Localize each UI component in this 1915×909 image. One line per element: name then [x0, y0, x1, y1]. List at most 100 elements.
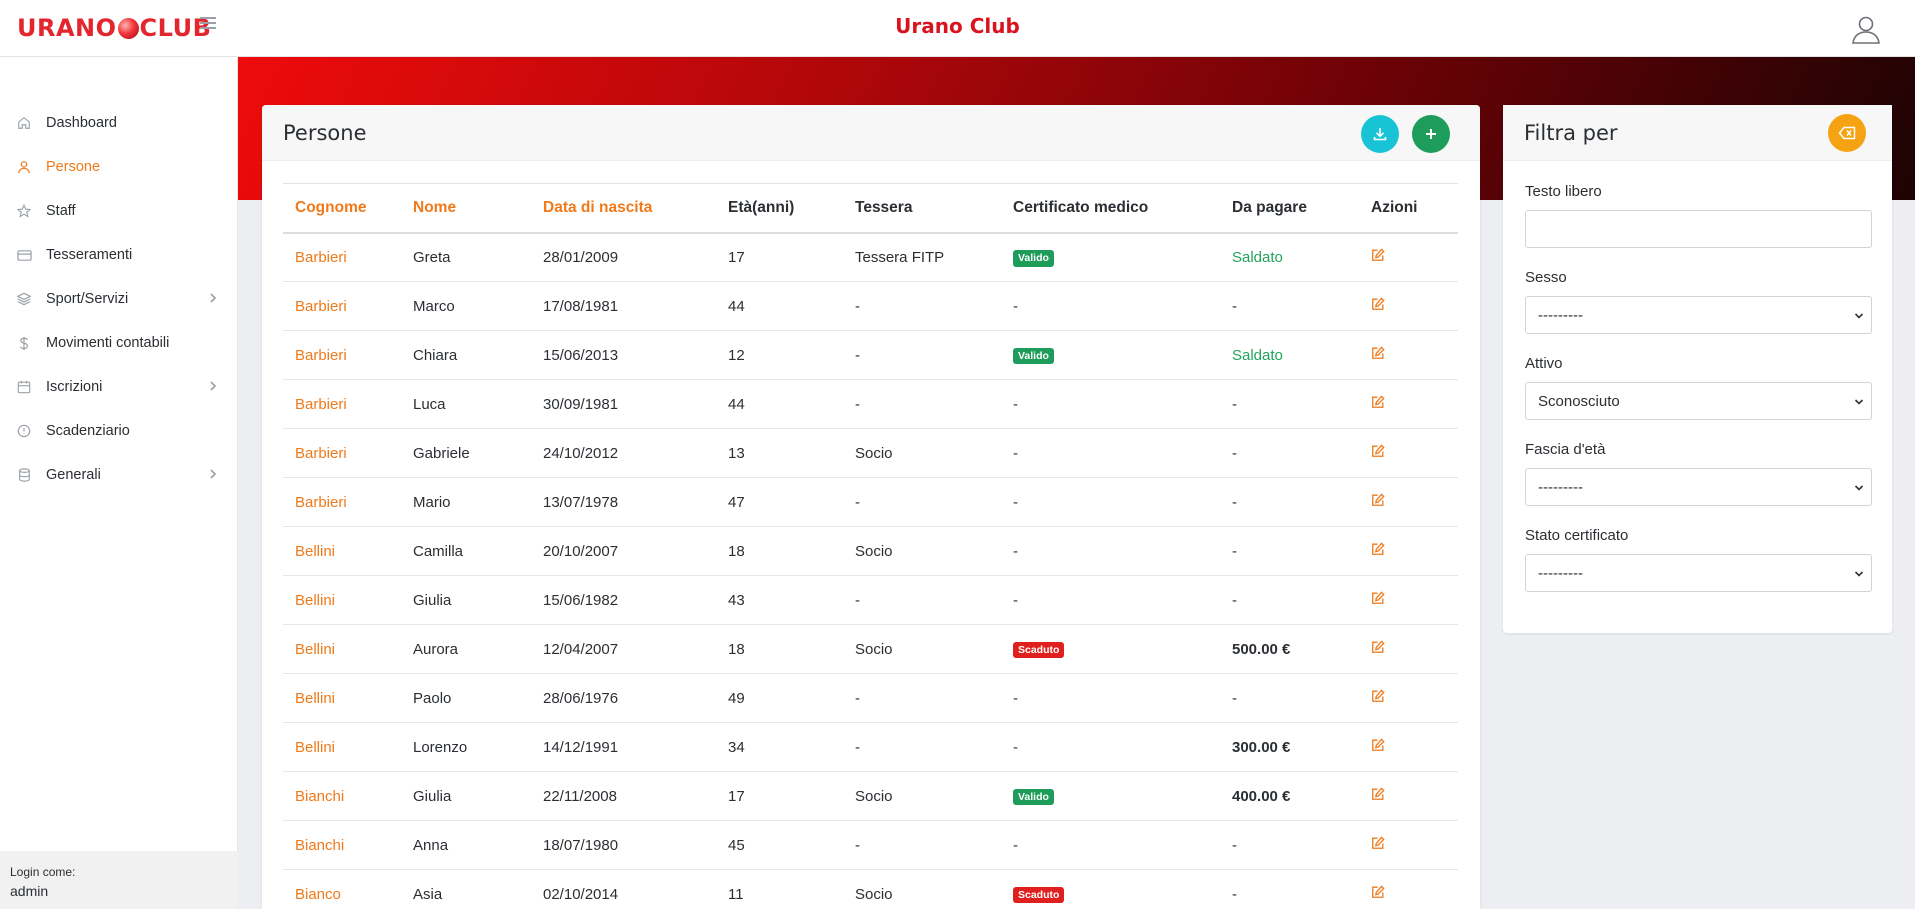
cell-azioni — [1359, 527, 1458, 576]
edit-icon[interactable] — [1371, 885, 1385, 899]
sidebar-item-scadenziario[interactable]: Scadenziario — [0, 409, 237, 453]
cell-cognome[interactable]: Barbieri — [283, 233, 401, 282]
edit-icon[interactable] — [1371, 395, 1385, 409]
cell-azioni — [1359, 674, 1458, 723]
edit-icon[interactable] — [1371, 689, 1385, 703]
cell-eta: 47 — [728, 493, 745, 511]
card-icon — [16, 247, 32, 263]
cell-cognome[interactable]: Bianco — [283, 870, 401, 909]
cell-certificato: - — [1001, 282, 1220, 331]
sidebar-item-label: Staff — [46, 203, 76, 219]
plus-icon — [1426, 129, 1436, 139]
cell-azioni — [1359, 723, 1458, 772]
col-data-nascita[interactable]: Data di nascita — [531, 184, 716, 233]
edit-icon[interactable] — [1371, 542, 1385, 556]
cell-eta: 45 — [728, 836, 745, 854]
table-row: Bianco Asia 02/10/2014 11 Socio Scaduto - — [283, 870, 1458, 909]
cell-cognome[interactable]: Bellini — [283, 674, 401, 723]
cell-azioni — [1359, 576, 1458, 625]
cell-certificato: - — [1001, 576, 1220, 625]
sidebar: Dashboard Persone Staff Tesseramenti Sport/S… — [0, 57, 238, 909]
cell-tessera: Tessera FITP — [855, 248, 945, 266]
cell-cognome[interactable]: Bellini — [283, 527, 401, 576]
certificate-value: - — [1013, 444, 1018, 462]
edit-icon[interactable] — [1371, 346, 1385, 360]
user-account-icon[interactable] — [1850, 13, 1882, 45]
age-range-field: Fascia d'età --------- — [1525, 441, 1872, 506]
add-person-button[interactable] — [1412, 115, 1450, 153]
edit-icon[interactable] — [1371, 787, 1385, 801]
cell-da-pagare: - — [1232, 689, 1237, 707]
certificate-value: - — [1013, 836, 1018, 854]
cell-cognome[interactable]: Barbieri — [283, 478, 401, 527]
table-row: Bellini Paolo 28/06/1976 49 - - - — [283, 674, 1458, 723]
filter-title: Filtra per — [1524, 121, 1618, 145]
cell-eta: 11 — [728, 885, 744, 903]
certificate-value: - — [1013, 591, 1018, 609]
edit-icon[interactable] — [1371, 591, 1385, 605]
certificate-badge: Valido — [1013, 250, 1054, 267]
sex-select[interactable]: --------- — [1525, 296, 1872, 334]
login-info: Login come: admin — [0, 851, 238, 909]
sex-label: Sesso — [1525, 269, 1567, 286]
edit-icon[interactable] — [1371, 836, 1385, 850]
age-range-select[interactable]: --------- — [1525, 468, 1872, 506]
col-da-pagare: Da pagare — [1232, 198, 1307, 216]
cell-azioni — [1359, 478, 1458, 527]
home-icon — [16, 115, 32, 131]
sidebar-item-iscrizioni[interactable]: Iscrizioni — [0, 365, 237, 409]
col-certificato: Certificato medico — [1013, 198, 1149, 216]
edit-icon[interactable] — [1371, 493, 1385, 507]
sidebar-item-staff[interactable]: Staff — [0, 189, 237, 233]
cell-certificato: - — [1001, 821, 1220, 870]
sidebar-item-dashboard[interactable]: Dashboard — [0, 101, 237, 145]
cell-cognome[interactable]: Barbieri — [283, 380, 401, 429]
edit-icon[interactable] — [1371, 248, 1385, 262]
active-select[interactable]: Sconosciuto — [1525, 382, 1872, 420]
cell-cognome[interactable]: Barbieri — [283, 429, 401, 478]
cell-cognome[interactable]: Barbieri — [283, 282, 401, 331]
backspace-icon — [1838, 126, 1856, 140]
cell-tessera: - — [855, 346, 860, 364]
cell-nome: Luca — [413, 395, 446, 413]
certificate-status-select[interactable]: --------- — [1525, 554, 1872, 592]
cell-tessera: Socio — [855, 885, 893, 903]
col-nome[interactable]: Nome — [401, 184, 531, 233]
sidebar-item-sport-servizi[interactable]: Sport/Servizi — [0, 277, 237, 321]
sidebar-item-label: Persone — [46, 159, 101, 175]
star-icon — [16, 203, 32, 219]
sidebar-item-tesseramenti[interactable]: Tesseramenti — [0, 233, 237, 277]
cell-eta: 49 — [728, 689, 745, 707]
cell-certificato: Valido — [1001, 772, 1220, 821]
table-row: Bellini Camilla 20/10/2007 18 Socio - - — [283, 527, 1458, 576]
cell-cognome[interactable]: Bianchi — [283, 772, 401, 821]
edit-icon[interactable] — [1371, 640, 1385, 654]
download-button[interactable] — [1361, 115, 1399, 153]
cell-eta: 12 — [728, 346, 745, 364]
sidebar-item-label: Scadenziario — [46, 423, 130, 439]
clear-filters-button[interactable] — [1828, 114, 1866, 152]
cell-cognome[interactable]: Bianchi — [283, 821, 401, 870]
cell-data-nascita: 12/04/2007 — [543, 640, 619, 658]
edit-icon[interactable] — [1371, 297, 1385, 311]
sidebar-item-movimenti-contabili[interactable]: Movimenti contabili — [0, 321, 237, 365]
certificate-value: - — [1013, 395, 1018, 413]
cell-certificato: Valido — [1001, 331, 1220, 380]
edit-icon[interactable] — [1371, 444, 1385, 458]
filter-card-header: Filtra per — [1503, 105, 1892, 161]
edit-icon[interactable] — [1371, 738, 1385, 752]
cell-cognome[interactable]: Bellini — [283, 723, 401, 772]
cell-cognome[interactable]: Barbieri — [283, 331, 401, 380]
page-title: Persone — [283, 121, 367, 145]
cell-data-nascita: 14/12/1991 — [543, 738, 619, 756]
free-text-input[interactable] — [1525, 210, 1872, 248]
persons-card-header: Persone — [262, 105, 1480, 161]
cell-cognome[interactable]: Bellini — [283, 576, 401, 625]
certificate-value: - — [1013, 493, 1018, 511]
table-row: Bianchi Giulia 22/11/2008 17 Socio Valido 400.… — [283, 772, 1458, 821]
cell-cognome[interactable]: Bellini — [283, 625, 401, 674]
cell-data-nascita: 15/06/1982 — [543, 591, 619, 609]
sidebar-item-persone[interactable]: Persone — [0, 145, 237, 189]
col-cognome[interactable]: Cognome — [283, 184, 401, 233]
sidebar-item-generali[interactable]: Generali — [0, 453, 237, 497]
